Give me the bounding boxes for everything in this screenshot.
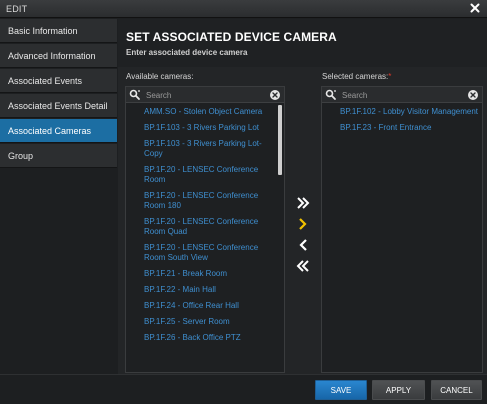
- selected-search-input[interactable]: [342, 89, 462, 101]
- add-all-icon[interactable]: [296, 196, 310, 210]
- list-item[interactable]: BP.1F.23 - Front Entrance: [322, 120, 482, 136]
- list-item[interactable]: BP.1F.25 - Server Room: [126, 314, 284, 330]
- sidebar-item-associated-events[interactable]: Associated Events: [0, 69, 117, 93]
- available-cameras-list: AMM.SO - Stolen Object Camera BP.1F.103 …: [125, 86, 285, 373]
- sidebar-item-advanced-information[interactable]: Advanced Information: [0, 44, 117, 68]
- dialog-footer: SAVE APPLY CANCEL: [0, 374, 487, 404]
- selected-search-bar: [322, 87, 482, 103]
- list-item[interactable]: BP.1F.26 - Back Office PTZ: [126, 330, 284, 346]
- available-search-input[interactable]: [146, 89, 266, 101]
- selected-items: BP.1F.102 - Lobby Visitor Management BP.…: [322, 104, 482, 372]
- remove-selected-icon[interactable]: [296, 238, 310, 252]
- close-icon[interactable]: [469, 2, 481, 14]
- clear-search-icon[interactable]: [468, 90, 478, 100]
- sidebar-item-group[interactable]: Group: [0, 144, 117, 168]
- cancel-button[interactable]: CANCEL: [431, 380, 482, 400]
- selected-cameras-list: BP.1F.102 - Lobby Visitor Management BP.…: [321, 86, 483, 373]
- window-titlebar: EDIT: [0, 0, 487, 18]
- available-items: AMM.SO - Stolen Object Camera BP.1F.103 …: [126, 104, 284, 372]
- list-item[interactable]: BP.1F.24 - Office Rear Hall: [126, 298, 284, 314]
- required-mark: *: [388, 72, 392, 81]
- remove-all-icon[interactable]: [296, 259, 310, 273]
- page-title: SET ASSOCIATED DEVICE CAMERA: [126, 30, 337, 44]
- list-item[interactable]: BP.1F.21 - Break Room: [126, 266, 284, 282]
- main-panel: SET ASSOCIATED DEVICE CAMERA Enter assoc…: [118, 19, 487, 374]
- list-item[interactable]: BP.1F.22 - Main Hall: [126, 282, 284, 298]
- selected-cameras-label: Selected cameras:*: [322, 72, 391, 81]
- list-item[interactable]: BP.1F.20 - LENSEC Conference Room South …: [126, 240, 266, 266]
- available-search-bar: [126, 87, 284, 103]
- selected-cameras-label-text: Selected cameras:: [322, 72, 389, 81]
- sidebar: Basic Information Advanced Information A…: [0, 19, 117, 374]
- list-item[interactable]: BP.1F.102 - Lobby Visitor Management: [322, 104, 482, 120]
- add-selected-icon[interactable]: [296, 217, 310, 231]
- list-item[interactable]: BP.1F.20 - LENSEC Conference Room Quad: [126, 214, 266, 240]
- list-item[interactable]: AMM.SO - Stolen Object Camera: [126, 104, 284, 120]
- page-subtitle: Enter associated device camera: [126, 48, 248, 57]
- list-item[interactable]: BP.1F.20 - LENSEC Conference Room: [126, 162, 266, 188]
- apply-button[interactable]: APPLY: [372, 380, 425, 400]
- search-icon: [129, 89, 140, 100]
- list-item[interactable]: BP.1F.20 - LENSEC Conference Room 180: [126, 188, 266, 214]
- available-scrollbar[interactable]: [278, 105, 282, 175]
- list-item[interactable]: BP.1F.103 - 3 Rivers Parking Lot: [126, 120, 284, 136]
- save-button[interactable]: SAVE: [315, 380, 367, 400]
- search-icon: [325, 89, 336, 100]
- window-title: EDIT: [6, 4, 28, 14]
- sidebar-item-associated-cameras[interactable]: Associated Cameras: [0, 119, 117, 143]
- sidebar-item-basic-information[interactable]: Basic Information: [0, 19, 117, 43]
- clear-search-icon[interactable]: [270, 90, 280, 100]
- list-item[interactable]: BP.1F.103 - 3 Rivers Parking Lot-Copy: [126, 136, 266, 162]
- available-cameras-label: Available cameras:: [126, 72, 194, 81]
- sidebar-item-associated-events-detail[interactable]: Associated Events Detail: [0, 94, 117, 118]
